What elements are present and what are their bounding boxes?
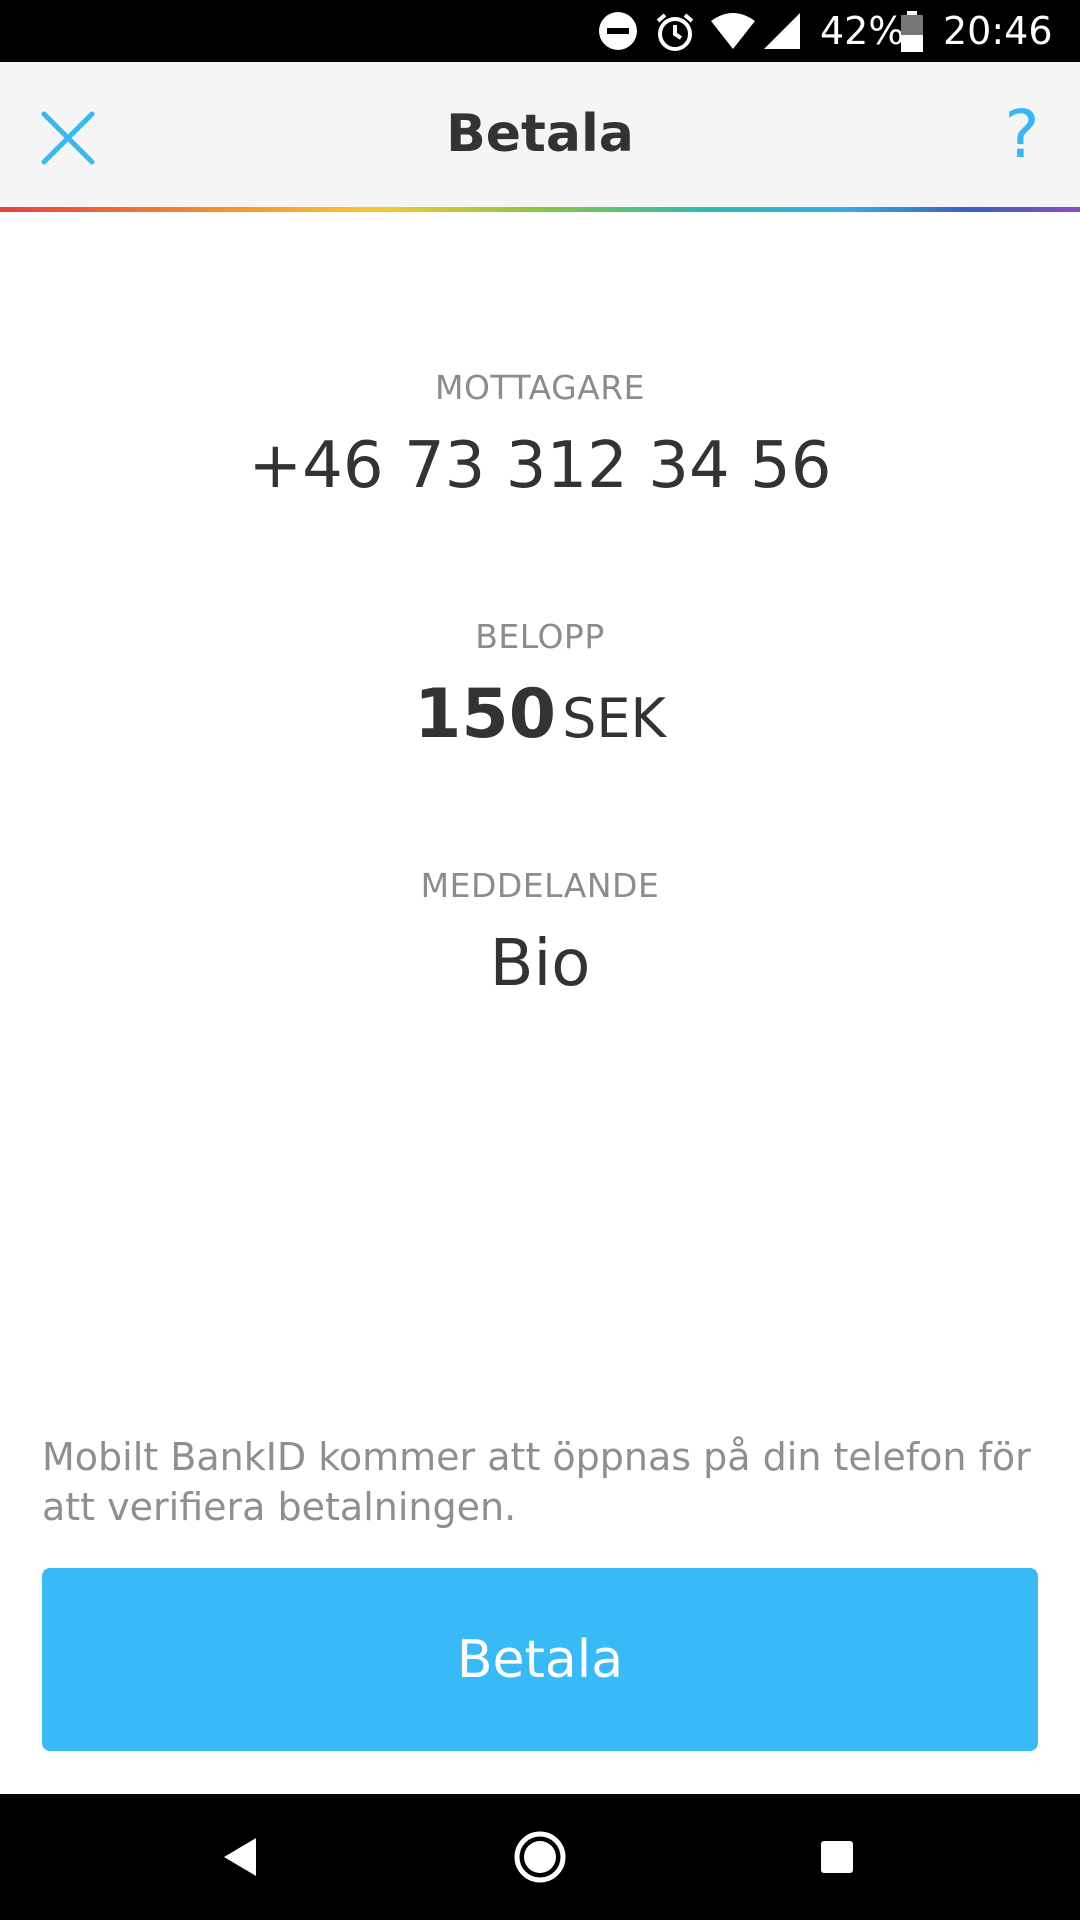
page-title: Betala xyxy=(446,104,634,164)
back-icon xyxy=(224,1838,256,1876)
amount-section: BELOPP 150 SEK xyxy=(0,617,1080,759)
wifi-icon xyxy=(710,11,756,55)
bankid-notice: Mobilt BankID kommer att öppnas på din t… xyxy=(42,1435,1031,1529)
signal-icon xyxy=(762,11,802,55)
header-bar: Betala ? xyxy=(0,62,1080,207)
navigation-bar xyxy=(0,1794,1080,1920)
close-button[interactable] xyxy=(30,100,106,176)
home-button[interactable] xyxy=(500,1822,580,1892)
recipient-section: MOTTAGARE +46 73 312 34 56 xyxy=(0,368,1080,506)
message-section: MEDDELANDE Bio xyxy=(0,866,1080,1004)
do-not-disturb-icon xyxy=(598,11,638,55)
home-icon xyxy=(514,1831,566,1883)
recipient-value: +46 73 312 34 56 xyxy=(248,429,832,503)
amount-value: 150 xyxy=(414,675,557,754)
message-label: MEDDELANDE xyxy=(420,866,660,905)
recipient-label: MOTTAGARE xyxy=(434,368,646,407)
clock: 20:46 xyxy=(943,9,1053,53)
help-button[interactable]: ? xyxy=(992,92,1052,178)
alarm-icon xyxy=(654,11,696,57)
amount-display: 150 SEK xyxy=(0,675,1080,759)
amount-label: BELOPP xyxy=(475,617,605,656)
recents-icon xyxy=(821,1841,853,1873)
pay-button[interactable]: Betala xyxy=(42,1568,1038,1751)
amount-currency: SEK xyxy=(562,687,666,750)
rainbow-divider xyxy=(0,207,1080,212)
battery-icon xyxy=(900,11,924,57)
message-value: Bio xyxy=(489,927,591,1001)
recents-button[interactable] xyxy=(797,1822,877,1892)
close-icon xyxy=(41,111,95,165)
status-bar: 42% 20:46 xyxy=(0,0,1080,62)
battery-percent: 42% xyxy=(820,9,905,53)
back-button[interactable] xyxy=(200,1822,280,1892)
